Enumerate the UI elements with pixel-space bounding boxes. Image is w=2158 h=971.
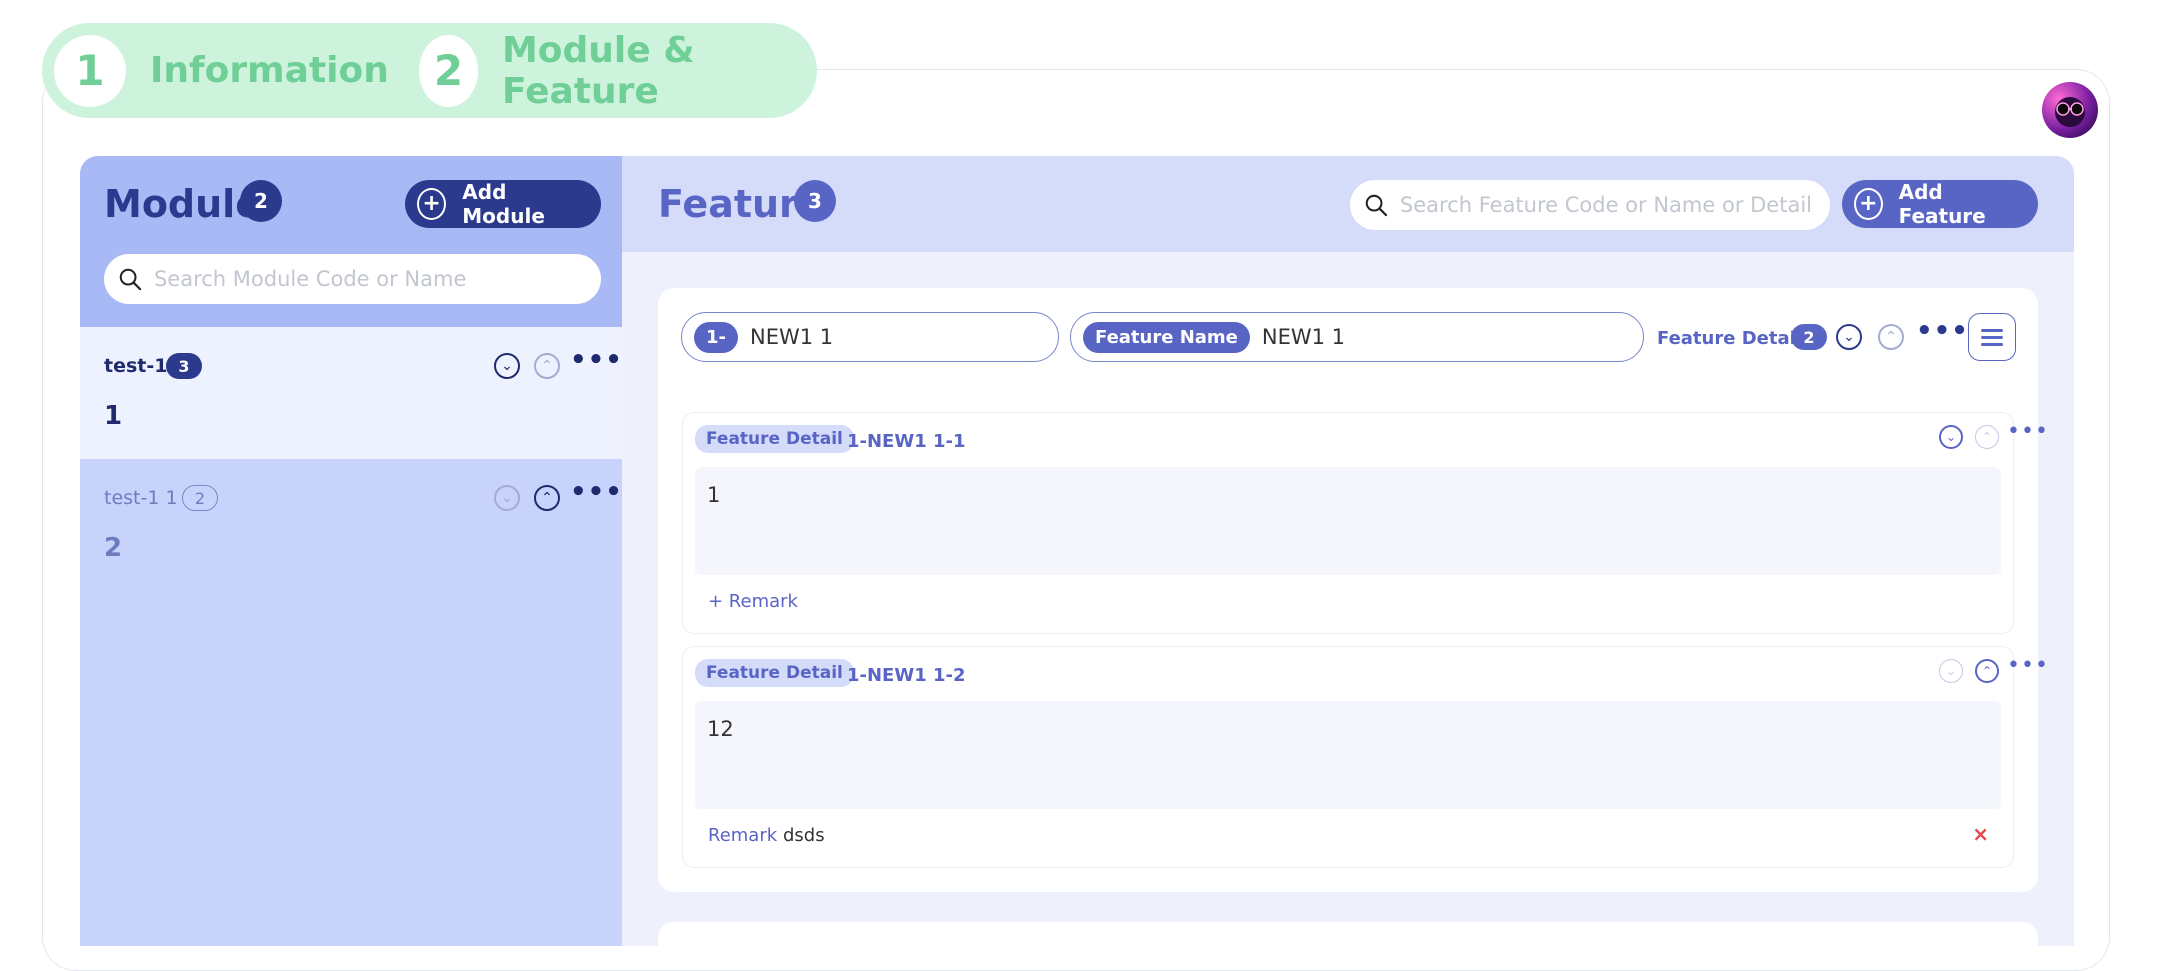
more-options-icon[interactable]: ••• <box>570 479 622 505</box>
more-options-icon[interactable]: ••• <box>570 347 622 373</box>
feature-detail-tag: Feature Detail <box>695 425 854 453</box>
step-number: 2 <box>418 34 478 107</box>
stepper: 1 Information 2 Module & Feature <box>42 23 817 118</box>
module-search <box>104 254 601 304</box>
more-options-icon[interactable]: ••• <box>2007 421 2049 443</box>
step-label: Information <box>150 50 389 91</box>
module-name: test-1 <box>104 355 168 377</box>
feature-search-input[interactable] <box>1397 192 1830 218</box>
step-information[interactable]: 1 Information <box>54 34 407 107</box>
feature-detail-code: 1-NEW1 1-1 <box>847 431 966 452</box>
module-feature-count: 2 <box>182 485 218 511</box>
search-icon <box>1365 194 1388 217</box>
feature-header: Feature 3 + Add Feature <box>622 156 2074 252</box>
feature-detail-count: 2 <box>1791 324 1827 350</box>
feature-detail-card: Feature Detail 1-NEW1 1-1 ⌄ ⌃ ••• 1 + Re… <box>682 412 2048 634</box>
chevron-down-icon[interactable]: ⌄ <box>1836 324 1862 350</box>
module-feature-count: 3 <box>166 353 202 379</box>
chevron-up-icon[interactable]: ⌃ <box>1975 659 1999 683</box>
feature-code-prefix: 1- <box>694 321 738 353</box>
module-count-badge: 2 <box>240 180 282 222</box>
feature-code-value: NEW1 1 <box>750 325 834 349</box>
search-icon <box>119 268 142 291</box>
step-module-feature[interactable]: 2 Module & Feature <box>418 29 817 112</box>
feature-detail-text: 12 <box>707 717 734 741</box>
feature-detail-textarea[interactable]: 12 <box>695 701 2001 809</box>
chevron-down-icon[interactable]: ⌄ <box>1939 659 1963 683</box>
chevron-down-icon[interactable]: ⌄ <box>494 485 520 511</box>
remark-value[interactable]: dsds <box>783 825 825 846</box>
chevron-down-icon[interactable]: ⌄ <box>494 353 520 379</box>
feature-search <box>1350 180 1830 230</box>
feature-name-value: NEW1 1 <box>1261 325 1346 349</box>
module-value: 2 <box>104 533 123 563</box>
chevron-up-icon[interactable]: ⌃ <box>534 353 560 379</box>
more-options-icon[interactable]: ••• <box>1916 318 1969 344</box>
feature-count-badge: 3 <box>794 180 836 222</box>
close-icon[interactable]: × <box>1972 822 1989 846</box>
feature-detail-card: Feature Detail 1-NEW1 1-2 ⌄ ⌃ ••• 12 Rem… <box>682 646 2048 868</box>
feature-detail-text: 1 <box>707 483 721 507</box>
module-title: Module <box>104 182 261 226</box>
module-panel: Module 2 + Add Module test-1 3 1 ⌄ ⌃ •••… <box>80 156 622 946</box>
add-feature-button[interactable]: + Add Feature <box>1842 180 2038 228</box>
chevron-up-icon[interactable]: ⌃ <box>1878 324 1904 350</box>
feature-name-field[interactable]: Feature Name NEW1 1 <box>1070 312 1644 362</box>
module-name: test-1 1 <box>104 487 178 509</box>
step-label: Module & Feature <box>501 29 695 112</box>
feature-card: 1- NEW1 1 Feature Name NEW1 1 Feature De… <box>658 288 2048 892</box>
add-feature-label: Add Feature <box>1898 180 1986 228</box>
module-item-test-1[interactable]: test-1 3 1 ⌄ ⌃ ••• <box>80 327 622 459</box>
module-search-input[interactable] <box>151 266 601 292</box>
remark-label: Remark <box>708 825 778 846</box>
feature-panel: Feature 3 + Add Feature 1- NEW1 1 Featur… <box>622 156 2074 946</box>
plus-icon: + <box>417 188 447 220</box>
add-module-label: Add Module <box>462 180 545 228</box>
feature-name-tag: Feature Name <box>1083 321 1250 353</box>
module-item-test-1-1[interactable]: test-1 1 2 2 ⌄ ⌃ ••• <box>80 459 622 591</box>
module-header: Module 2 + Add Module <box>80 156 622 327</box>
list-menu-icon[interactable] <box>1968 313 2016 361</box>
add-remark-link[interactable]: + Remark <box>708 591 798 612</box>
feature-detail-tag: Feature Detail <box>695 659 854 687</box>
plus-icon: + <box>1854 188 1883 220</box>
step-number: 1 <box>54 34 126 107</box>
feature-detail-label: Feature Detail <box>1657 328 1802 349</box>
chevron-up-icon[interactable]: ⌃ <box>1975 425 1999 449</box>
chevron-up-icon[interactable]: ⌃ <box>534 485 560 511</box>
feature-card-next <box>658 922 2038 946</box>
more-options-icon[interactable]: ••• <box>2007 655 2049 677</box>
add-module-button[interactable]: + Add Module <box>405 180 601 228</box>
module-value: 1 <box>104 401 123 431</box>
chevron-down-icon[interactable]: ⌄ <box>1939 425 1963 449</box>
feature-code-field[interactable]: 1- NEW1 1 <box>681 312 1059 362</box>
avatar[interactable] <box>2042 82 2098 138</box>
feature-detail-textarea[interactable]: 1 <box>695 467 2001 575</box>
feature-detail-code: 1-NEW1 1-2 <box>847 665 966 686</box>
